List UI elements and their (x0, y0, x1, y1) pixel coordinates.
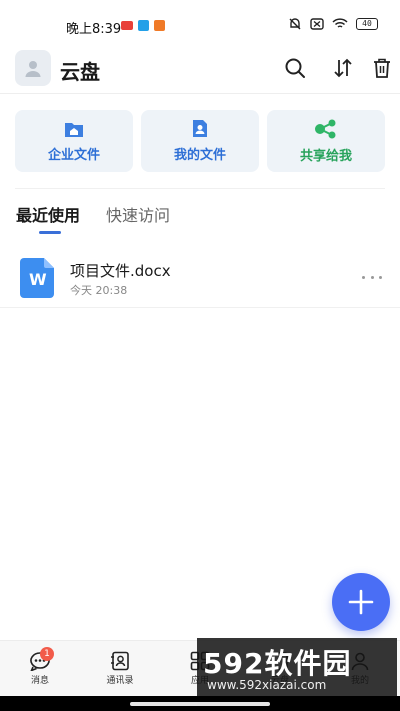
plus-icon (348, 589, 374, 615)
status-system-icons: 40 (288, 17, 378, 31)
battery-icon: 40 (356, 18, 378, 30)
notification-orange-icon (154, 20, 165, 31)
home-indicator-bar[interactable] (130, 702, 270, 706)
status-notification-icons (121, 20, 165, 31)
no-sim-icon (310, 18, 324, 30)
page-title: 云盘 (60, 60, 100, 84)
status-time: 晚上8:39 (66, 22, 122, 37)
unread-badge: 1 (40, 647, 54, 661)
search-button[interactable] (283, 56, 307, 80)
trash-icon (374, 58, 390, 78)
watermark-brand: 592软件园 (203, 647, 352, 680)
more-dot-icon (379, 275, 382, 279)
notification-blue-icon (138, 20, 149, 31)
trash-button[interactable] (370, 56, 394, 80)
more-dot-icon (370, 275, 374, 279)
list-item[interactable]: W 项目文件.docx 今天 20:38 (0, 248, 400, 308)
quick-access-cards: 企业文件 我的文件 共享给我 (15, 110, 385, 172)
more-options-button[interactable] (362, 270, 382, 284)
file-time: 今天 20:38 (70, 284, 128, 297)
section-divider (15, 188, 385, 189)
search-icon (285, 58, 305, 78)
status-bar: 晚上8:39 40 (0, 0, 400, 44)
watermark-overlay: 592软件园 www.592xiazai.com (197, 638, 397, 696)
avatar[interactable] (15, 50, 51, 86)
tab-quick-access[interactable]: 快速访问 (106, 202, 170, 232)
contacts-icon (111, 651, 129, 671)
app-header: 云盘 (0, 44, 400, 94)
enterprise-files-label: 企业文件 (47, 147, 100, 163)
file-type-letter: W (29, 270, 47, 289)
home-folder-icon (65, 122, 83, 137)
my-files-card[interactable]: 我的文件 (141, 110, 259, 172)
tab-recent[interactable]: 最近使用 (16, 202, 80, 232)
sort-icon (334, 58, 352, 78)
enterprise-files-card[interactable]: 企业文件 (15, 110, 133, 172)
sort-button[interactable] (331, 56, 355, 80)
mute-icon (289, 18, 301, 30)
nav-label: 通讯录 (106, 676, 134, 686)
person-placeholder-icon (25, 61, 41, 77)
share-icon (315, 119, 336, 138)
notification-red-icon (121, 21, 133, 30)
shared-with-me-label: 共享给我 (299, 148, 352, 164)
active-tab-indicator (39, 231, 61, 234)
add-button[interactable] (332, 573, 390, 631)
file-name: 项目文件.docx (70, 262, 171, 280)
shared-with-me-card[interactable]: 共享给我 (267, 110, 385, 172)
person-document-icon (193, 120, 207, 137)
nav-messages[interactable]: 1 消息 (0, 641, 80, 696)
nav-label: 消息 (30, 676, 49, 686)
more-dot-icon (362, 275, 365, 279)
nav-contacts[interactable]: 通讯录 (80, 641, 160, 696)
wifi-icon (332, 18, 348, 28)
watermark-url: www.592xiazai.com (207, 678, 327, 692)
my-files-label: 我的文件 (173, 148, 226, 163)
